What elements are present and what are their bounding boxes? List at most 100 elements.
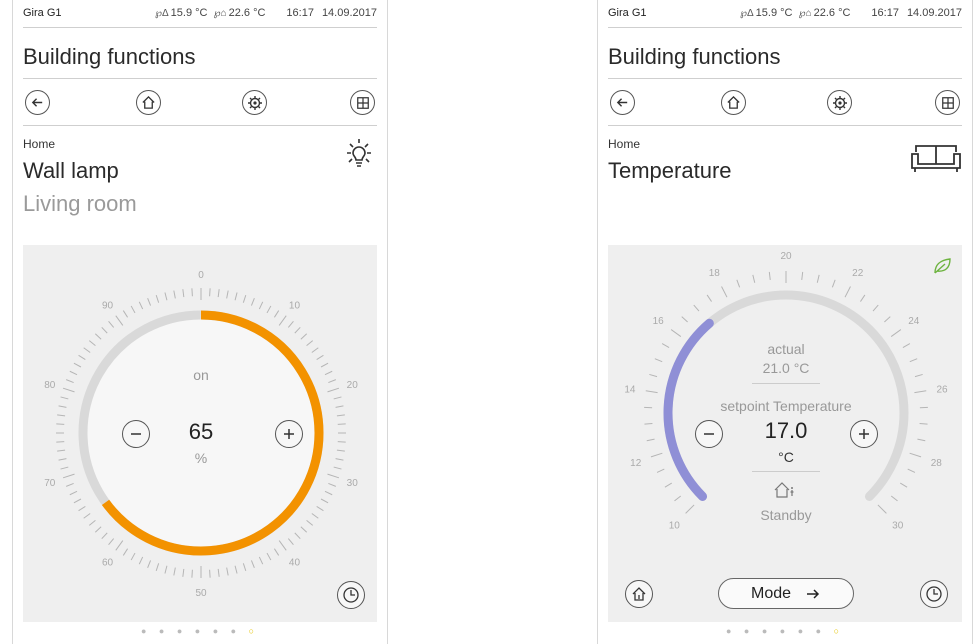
gear-icon <box>247 95 262 110</box>
scale-tick <box>273 310 280 318</box>
outside-temp-icon: ℘Δ <box>155 8 169 19</box>
scale-tick <box>327 473 340 479</box>
scale-tick <box>306 519 314 526</box>
state-label: on <box>193 367 209 383</box>
scale-label: 12 <box>630 458 642 469</box>
setpoint-label: setpoint Temperature <box>720 398 852 414</box>
scale-tick <box>217 568 220 577</box>
scale-label: 14 <box>624 384 636 395</box>
arrow-left-icon <box>31 98 43 107</box>
scale-tick <box>182 289 185 298</box>
settings-button[interactable] <box>242 90 267 115</box>
scale-label: 10 <box>669 521 681 532</box>
dimmer-panel: 0 10 20 30 40 50 60 70 80 90 on 65 % <box>23 245 377 622</box>
back-button[interactable] <box>610 90 635 115</box>
scale-tick <box>860 294 866 302</box>
scale-tick <box>130 305 136 314</box>
home-button[interactable] <box>721 90 746 115</box>
scale-label: 40 <box>289 558 301 569</box>
grid-icon <box>941 96 954 109</box>
scale-tick <box>831 279 836 288</box>
scale-tick <box>650 452 663 458</box>
inside-temp-icon: ℘⌂ <box>798 8 812 19</box>
clock: 16:17 14.09.2017 <box>871 7 962 19</box>
mode-button[interactable]: Mode <box>718 578 854 609</box>
page-indicator: ● ● ● ● ● ● ○ <box>140 626 260 636</box>
scale-tick <box>226 290 229 299</box>
home-icon <box>142 95 155 109</box>
scale-tick <box>101 326 108 334</box>
scale-tick <box>333 396 342 400</box>
grid-icon <box>356 96 369 109</box>
home-button[interactable] <box>136 90 161 115</box>
scale-label: 30 <box>347 478 359 489</box>
status-bar: Gira G1 ℘Δ 15.9 °C ℘⌂ 22.6 °C 16:17 14.09.2… <box>23 0 377 28</box>
scale-tick <box>278 540 287 551</box>
increase-button[interactable] <box>275 420 303 448</box>
presence-button[interactable] <box>625 580 653 608</box>
home-icon <box>727 95 740 109</box>
scale-tick <box>73 498 82 504</box>
scale-tick <box>83 513 91 519</box>
device-brand: Gira G1 <box>608 7 647 19</box>
scale-tick <box>69 490 78 496</box>
scale-tick <box>316 354 324 361</box>
function-name: Wall lamp <box>23 158 119 183</box>
scale-tick <box>65 482 74 487</box>
scale-tick <box>101 532 108 540</box>
timer-button[interactable] <box>337 581 365 609</box>
scale-label: 90 <box>102 300 114 311</box>
date: 14.09.2017 <box>906 7 962 19</box>
breadcrumb[interactable]: Home <box>608 137 640 151</box>
scale-tick <box>294 532 301 540</box>
time: 16:17 <box>871 7 899 19</box>
arrow-left-icon <box>616 98 628 107</box>
dimmer-unit: % <box>194 450 208 466</box>
clock-icon <box>343 587 359 603</box>
light-bulb-icon <box>341 137 377 178</box>
outside-temp: 15.9 °C <box>755 7 793 19</box>
scale-tick <box>645 390 658 394</box>
grid-button[interactable] <box>350 90 375 115</box>
scale-tick <box>164 292 168 301</box>
scale-tick <box>78 505 86 512</box>
scale-tick <box>147 560 152 569</box>
scale-tick <box>209 288 211 297</box>
scale-tick <box>88 519 96 526</box>
breadcrumb[interactable]: Home <box>23 137 55 151</box>
grid-button[interactable] <box>935 90 960 115</box>
scale-tick <box>138 556 144 565</box>
scale-tick <box>706 294 712 302</box>
increase-setpoint-button[interactable] <box>850 420 878 448</box>
scale-label: 26 <box>936 384 948 395</box>
scale-tick <box>258 301 264 310</box>
scale-tick <box>333 466 342 470</box>
scale-tick <box>316 505 324 512</box>
scale-tick <box>83 347 91 353</box>
scale-tick <box>320 362 329 368</box>
date: 14.09.2017 <box>321 7 377 19</box>
scale-label: 18 <box>709 268 721 279</box>
scale-tick <box>155 294 160 303</box>
scale-tick <box>311 347 319 353</box>
outside-temp: 15.9 °C <box>170 7 208 19</box>
eco-leaf-icon <box>932 257 952 280</box>
time: 16:17 <box>286 7 314 19</box>
scale-tick <box>644 423 653 425</box>
clock-icon <box>926 586 942 602</box>
scale-tick <box>324 370 333 376</box>
plus-icon <box>859 429 869 439</box>
settings-button[interactable] <box>827 90 852 115</box>
scale-tick <box>336 449 345 452</box>
active-page-dot: ○ <box>248 626 260 636</box>
scale-tick <box>147 297 152 306</box>
nav-bar <box>608 80 962 126</box>
back-button[interactable] <box>25 90 50 115</box>
scale-tick <box>234 292 238 301</box>
scale-label: 22 <box>852 268 864 279</box>
scale-label: 60 <box>102 558 114 569</box>
scale-tick <box>902 343 911 348</box>
timer-button[interactable] <box>920 580 948 608</box>
dimmer-value: 65 <box>188 419 214 444</box>
scale-tick <box>294 326 301 334</box>
